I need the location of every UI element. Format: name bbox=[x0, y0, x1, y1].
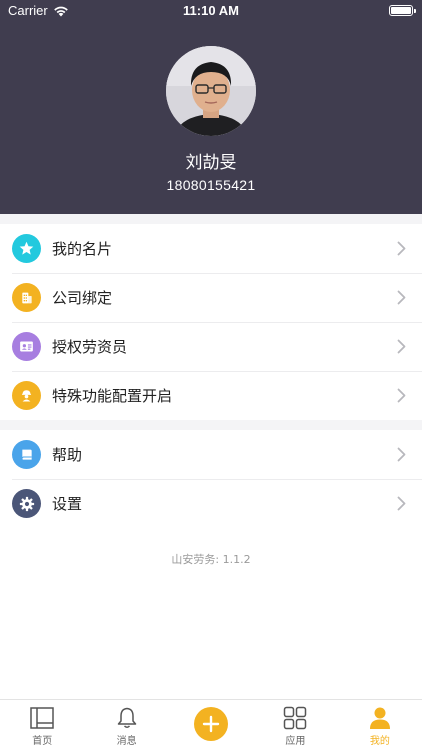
chevron-right-icon bbox=[386, 339, 416, 354]
avatar[interactable] bbox=[166, 46, 256, 136]
tab-bar: 首页 消息 应用 我的 bbox=[0, 699, 422, 750]
menu-item-special-features[interactable]: 特殊功能配置开启 bbox=[0, 371, 422, 420]
home-icon bbox=[30, 707, 54, 729]
menu-group-account: 我的名片 公司绑定 授权劳资员 特殊功能配置开启 bbox=[0, 224, 422, 420]
chevron-right-icon bbox=[386, 290, 416, 305]
tab-home[interactable]: 首页 bbox=[0, 700, 84, 750]
menu-item-help[interactable]: 帮助 bbox=[0, 430, 422, 479]
chevron-right-icon bbox=[386, 241, 416, 256]
tab-add[interactable] bbox=[169, 700, 253, 750]
menu-item-label: 设置 bbox=[52, 495, 83, 513]
chevron-right-icon bbox=[386, 496, 416, 511]
tab-label: 应用 bbox=[285, 736, 306, 747]
tab-label: 首页 bbox=[32, 736, 53, 747]
tab-mine[interactable]: 我的 bbox=[338, 700, 422, 750]
menu-item-label: 我的名片 bbox=[52, 240, 113, 258]
section-divider bbox=[0, 214, 422, 224]
chevron-right-icon bbox=[386, 388, 416, 403]
section-divider bbox=[0, 420, 422, 430]
tab-apps[interactable]: 应用 bbox=[253, 700, 337, 750]
id-card-icon bbox=[12, 332, 41, 361]
worker-icon bbox=[12, 381, 41, 410]
tab-label: 我的 bbox=[369, 736, 390, 747]
menu-item-label: 公司绑定 bbox=[52, 289, 113, 307]
tab-label: 消息 bbox=[116, 736, 137, 747]
menu-item-label: 帮助 bbox=[52, 446, 83, 464]
status-bar: Carrier 11:10 AM bbox=[0, 0, 422, 22]
profile-header: Carrier 11:10 AM 刘劼旻 18080155421 bbox=[0, 0, 422, 214]
menu-item-business-card[interactable]: 我的名片 bbox=[0, 224, 422, 273]
menu-item-label: 特殊功能配置开启 bbox=[52, 387, 173, 405]
status-time: 11:10 AM bbox=[183, 3, 239, 18]
app-version: 山安劳务: 1.1.2 bbox=[171, 553, 251, 566]
user-name: 刘劼旻 bbox=[185, 153, 237, 173]
book-icon bbox=[12, 440, 41, 469]
user-phone: 18080155421 bbox=[166, 177, 256, 193]
apps-grid-icon bbox=[284, 706, 307, 730]
menu-item-company-binding[interactable]: 公司绑定 bbox=[0, 273, 422, 322]
building-icon bbox=[12, 283, 41, 312]
star-icon bbox=[12, 234, 41, 263]
chevron-right-icon bbox=[386, 447, 416, 462]
menu-item-settings[interactable]: 设置 bbox=[0, 479, 422, 528]
menu-group-support: 帮助 设置 bbox=[0, 430, 422, 528]
menu-item-label: 授权劳资员 bbox=[52, 338, 128, 356]
bell-icon bbox=[117, 707, 136, 728]
avatar-photo bbox=[166, 46, 256, 136]
tab-messages[interactable]: 消息 bbox=[84, 700, 168, 750]
menu-item-authorize-payroll-clerk[interactable]: 授权劳资员 bbox=[0, 322, 422, 371]
gear-icon bbox=[12, 489, 41, 518]
battery-icon bbox=[389, 5, 416, 16]
user-icon bbox=[369, 707, 390, 729]
plus-icon bbox=[194, 707, 229, 741]
